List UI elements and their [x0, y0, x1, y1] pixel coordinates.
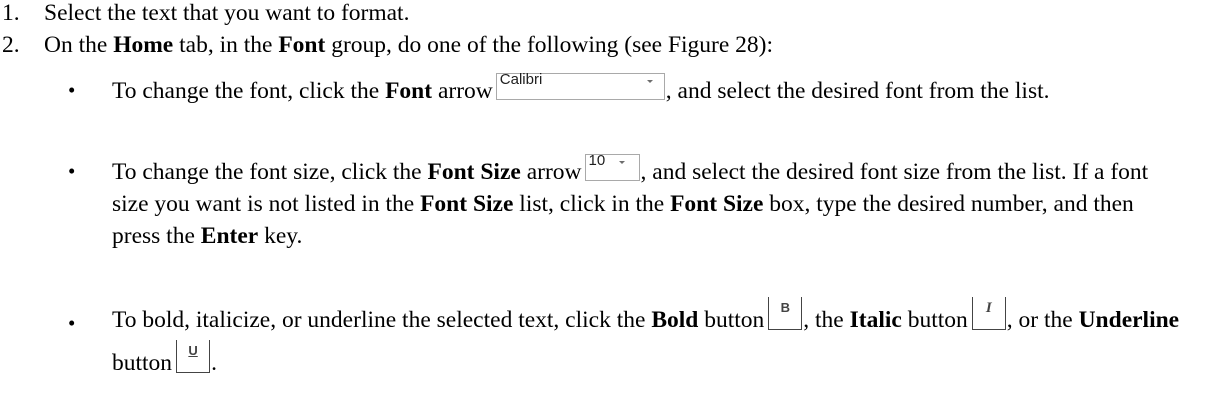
italic-icon: I [985, 300, 992, 316]
underline-button[interactable]: U [176, 340, 211, 373]
enter-key-name: Enter [200, 223, 259, 249]
bullet-text: list, click in the [513, 191, 671, 217]
step-1: 1. Select the text that you want to forma… [0, 0, 409, 27]
step-number: 1. [2, 0, 20, 26]
underline-icon: U [188, 343, 198, 358]
bullet-marker: • [68, 78, 76, 102]
font-name-value: Calibri [499, 71, 543, 88]
bullet-font: • To change the font, click the Font arr… [68, 71, 1184, 107]
bullet-text: key. [258, 223, 303, 249]
dropdown-arrow-icon[interactable] [618, 161, 625, 164]
step-number: 2. [2, 32, 20, 58]
bullet-text: To change the font, click the [112, 78, 386, 104]
bullet-text: button [112, 350, 173, 376]
bullet-text: , or the [1006, 307, 1079, 333]
font-size-value: 10 [588, 152, 606, 169]
italic-button[interactable]: I [971, 297, 1006, 330]
bullet-text: arrow [520, 159, 582, 185]
bullet-text: To bold, italicize, or underline the sel… [112, 307, 652, 333]
step-text: On the [44, 32, 114, 58]
bullet-text: To change the font size, click the [112, 159, 428, 185]
bullet-text-style: • To bold, italicize, or underline the s… [68, 297, 1184, 383]
bullet-font-size: • To change the font size, click the Fon… [68, 152, 1184, 252]
step-text: group, do one of the following (see Figu… [325, 32, 774, 58]
bold-control-name: Bold [651, 307, 699, 333]
bullet-text: button [698, 307, 765, 333]
italic-control-name: Italic [849, 307, 902, 333]
font-size-dropdown[interactable]: 10 [584, 152, 640, 181]
font-control-name: Font [385, 78, 433, 104]
bullet-text: . [211, 350, 217, 376]
bullet-text: button [901, 307, 968, 333]
font-group-name: Font [278, 32, 326, 58]
font-size-control-name: Font Size [427, 159, 521, 185]
bullet-marker: • [68, 311, 76, 335]
font-size-box-name: Font Size [670, 191, 764, 217]
bullet-text: , and select the desired font from the l… [665, 78, 1050, 104]
step-2: 2. On the Home tab, in the Font group, do… [0, 32, 773, 59]
bullet-text: arrow [432, 78, 493, 104]
font-size-list-name: Font Size [420, 191, 514, 217]
home-tab-name: Home [113, 32, 174, 58]
bullet-text: , the [803, 307, 850, 333]
step-text: Select the text that you want to format. [44, 0, 410, 26]
underline-control-name: Underline [1078, 307, 1180, 333]
step-text: tab, in the [173, 32, 279, 58]
bullet-marker: • [68, 159, 76, 183]
bold-icon: B [780, 300, 790, 315]
dropdown-arrow-icon[interactable] [646, 80, 653, 83]
font-name-dropdown[interactable]: Calibri [495, 71, 665, 100]
bold-button[interactable]: B [768, 297, 803, 330]
